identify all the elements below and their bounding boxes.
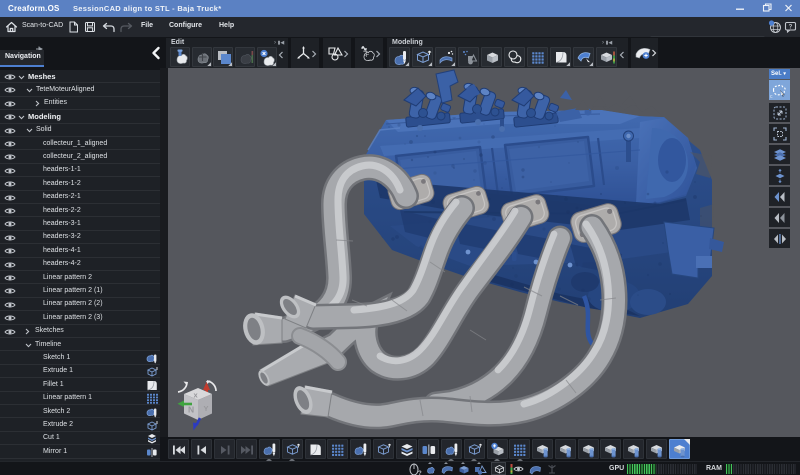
svg-text:N: N (188, 405, 194, 415)
svg-text:?: ? (418, 471, 422, 475)
svg-text:?: ? (789, 25, 793, 31)
svg-text:Y: Y (204, 404, 209, 413)
